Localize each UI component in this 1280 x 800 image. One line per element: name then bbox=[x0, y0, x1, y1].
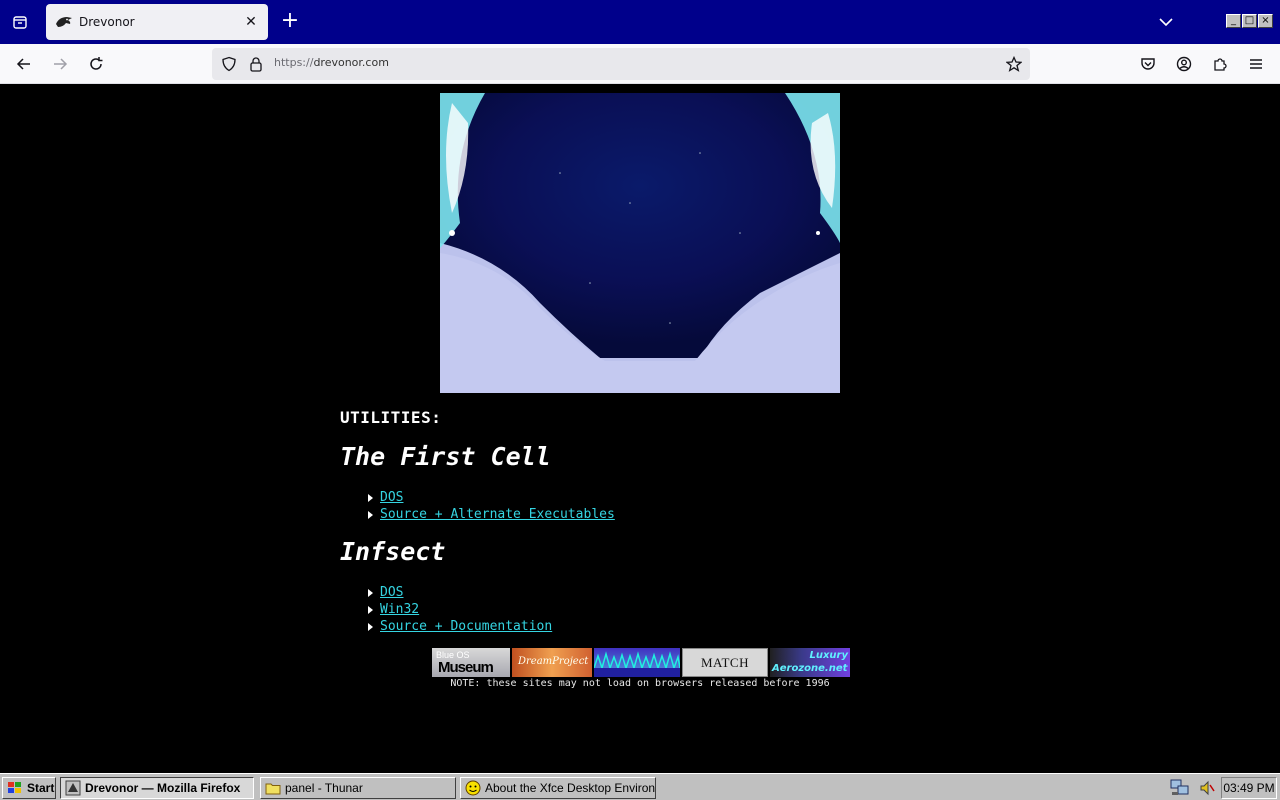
arrow-right-icon bbox=[54, 58, 68, 70]
lock-icon[interactable] bbox=[249, 56, 263, 72]
triangle-bullet-icon bbox=[368, 622, 373, 631]
hero-image bbox=[440, 93, 840, 393]
drevonor-favicon-icon bbox=[56, 17, 72, 27]
shield-icon[interactable] bbox=[221, 56, 237, 72]
taskbar-window-thunar[interactable]: panel - Thunar bbox=[260, 777, 456, 799]
reload-button[interactable] bbox=[84, 52, 108, 76]
waveform-badge[interactable] bbox=[594, 648, 680, 677]
badge-line2: Museum bbox=[438, 659, 494, 676]
back-button[interactable] bbox=[12, 52, 36, 76]
maximize-button[interactable]: □ bbox=[1242, 14, 1257, 28]
network-tray-icon[interactable] bbox=[1168, 777, 1192, 799]
list-item: DOS bbox=[368, 489, 615, 506]
first-cell-source-link[interactable]: Source + Alternate Executables bbox=[380, 507, 615, 522]
speaker-icon bbox=[1200, 780, 1215, 796]
tab-drevonor[interactable]: Drevonor ✕ bbox=[46, 4, 268, 40]
infsect-win32-link[interactable]: Win32 bbox=[380, 602, 419, 617]
arrow-left-icon bbox=[16, 58, 30, 70]
volume-tray-icon[interactable] bbox=[1196, 777, 1218, 799]
url-text[interactable]: https://drevonor.com bbox=[274, 56, 389, 69]
account-icon bbox=[1176, 56, 1192, 72]
windows-logo-icon bbox=[8, 782, 21, 793]
tab-list-icon bbox=[13, 16, 27, 29]
close-window-button[interactable]: × bbox=[1258, 14, 1273, 28]
close-tab-button[interactable]: ✕ bbox=[240, 11, 262, 33]
heading-the-first-cell: The First Cell bbox=[340, 442, 551, 471]
clock[interactable]: 03:49 PM bbox=[1221, 777, 1277, 799]
puzzle-icon bbox=[1214, 58, 1227, 71]
badge-line2: Aerozone.net bbox=[772, 663, 848, 674]
infsect-links: DOS Win32 Source + Documentation bbox=[368, 584, 552, 635]
web-badges: Blue OS Museum DreamProject MATCH Luxury… bbox=[432, 648, 850, 677]
badge-text: MATCH bbox=[700, 655, 749, 670]
taskbar-window-label: About the Xfce Desktop Environ... bbox=[485, 781, 656, 795]
list-item: DOS bbox=[368, 584, 552, 601]
extensions-button[interactable] bbox=[1208, 52, 1232, 76]
address-bar[interactable]: https://drevonor.com bbox=[212, 48, 1030, 80]
folder-icon bbox=[265, 783, 281, 795]
triangle-bullet-icon bbox=[368, 493, 373, 502]
badge-line1: Luxury bbox=[809, 650, 848, 661]
tabs-overflow-button[interactable] bbox=[1156, 12, 1176, 32]
url-protocol: https:// bbox=[274, 56, 314, 69]
taskbar: Start Drevonor — Mozilla Firefox panel -… bbox=[0, 773, 1280, 800]
triangle-bullet-icon bbox=[368, 510, 373, 519]
tab-title: Drevonor bbox=[79, 15, 135, 29]
network-computers-icon bbox=[1170, 779, 1189, 795]
account-button[interactable] bbox=[1172, 52, 1196, 76]
taskbar-window-about-xfce[interactable]: About the Xfce Desktop Environ... bbox=[460, 777, 656, 799]
forward-button[interactable] bbox=[48, 52, 72, 76]
taskbar-window-label: panel - Thunar bbox=[285, 781, 363, 795]
triangle-bullet-icon bbox=[368, 605, 373, 614]
window-controls: _ □ × bbox=[1226, 14, 1273, 28]
list-item: Source + Documentation bbox=[368, 618, 552, 635]
reload-icon bbox=[90, 57, 103, 70]
start-button[interactable]: Start bbox=[2, 777, 56, 799]
infsect-source-link[interactable]: Source + Documentation bbox=[380, 619, 552, 634]
section-label: UTILITIES: bbox=[340, 408, 442, 427]
smiley-icon bbox=[465, 780, 481, 796]
web-page: UTILITIES: The First Cell DOS Source + A… bbox=[0, 84, 1280, 773]
list-item: Win32 bbox=[368, 601, 552, 618]
new-tab-button[interactable]: + bbox=[278, 10, 302, 34]
first-cell-dos-link[interactable]: DOS bbox=[380, 490, 403, 505]
navigation-toolbar: https://drevonor.com bbox=[0, 44, 1280, 84]
minimize-button[interactable]: _ bbox=[1226, 14, 1241, 28]
first-cell-links: DOS Source + Alternate Executables bbox=[368, 489, 615, 523]
dreamproject-badge[interactable]: DreamProject bbox=[512, 648, 592, 677]
start-label: Start bbox=[27, 781, 55, 795]
hamburger-menu-icon bbox=[1250, 59, 1262, 69]
aerozone-badge[interactable]: Luxury Aerozone.net bbox=[770, 648, 850, 677]
taskbar-window-firefox[interactable]: Drevonor — Mozilla Firefox bbox=[60, 777, 254, 799]
blue-os-museum-badge[interactable]: Blue OS Museum bbox=[432, 648, 510, 677]
bookmark-star-icon[interactable] bbox=[1006, 56, 1022, 72]
compatibility-note: NOTE: these sites may not load on browse… bbox=[450, 678, 830, 689]
match-badge[interactable]: MATCH bbox=[682, 648, 768, 677]
pocket-button[interactable] bbox=[1136, 52, 1160, 76]
firefox-app-icon bbox=[65, 780, 81, 796]
url-host: drevonor.com bbox=[313, 56, 389, 69]
pocket-icon bbox=[1141, 58, 1155, 70]
chevron-down-icon bbox=[1159, 18, 1173, 27]
list-all-tabs-button[interactable] bbox=[8, 10, 32, 34]
menu-button[interactable] bbox=[1244, 52, 1268, 76]
infsect-dos-link[interactable]: DOS bbox=[380, 585, 403, 600]
badge-text: DreamProject bbox=[518, 656, 589, 667]
triangle-bullet-icon bbox=[368, 588, 373, 597]
list-item: Source + Alternate Executables bbox=[368, 506, 615, 523]
waveform-graphic bbox=[594, 651, 680, 677]
taskbar-window-label: Drevonor — Mozilla Firefox bbox=[85, 781, 241, 795]
tab-bar: Drevonor ✕ + _ □ × bbox=[0, 0, 1280, 44]
heading-infsect: Infsect bbox=[340, 537, 446, 566]
